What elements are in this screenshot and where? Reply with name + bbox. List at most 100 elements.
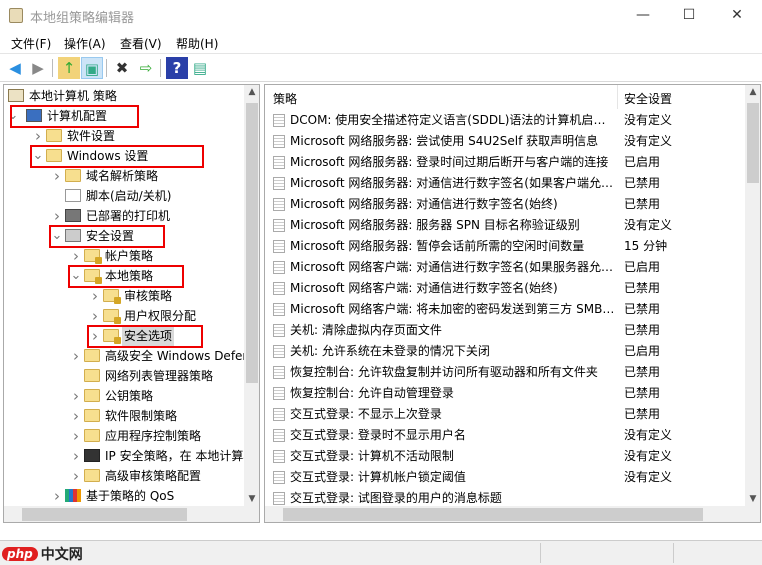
tree-item-label: 软件设置 xyxy=(67,129,116,143)
tree-item[interactable]: 本地计算机 策略 xyxy=(4,86,244,106)
tree-item-label: 基于策略的 QoS xyxy=(86,489,175,503)
menu-help[interactable]: 帮助(H) xyxy=(176,35,218,52)
chevron-right-icon[interactable]: › xyxy=(70,246,82,266)
tree-vertical-scrollbar[interactable]: ▲ ▼ xyxy=(244,85,259,506)
policy-row[interactable]: 恢复控制台: 允许自动管理登录 已禁用 xyxy=(265,383,745,404)
policy-row[interactable]: 交互式登录: 计算机不活动限制 没有定义 xyxy=(265,446,745,467)
policy-row[interactable]: 恢复控制台: 允许软盘复制并访问所有驱动器和所有文件夹 已禁用 xyxy=(265,362,745,383)
tree-item[interactable]: › 帐户策略 xyxy=(4,246,244,266)
policy-row[interactable]: 交互式登录: 登录时不显示用户名 没有定义 xyxy=(265,425,745,446)
scroll-down-icon[interactable]: ▼ xyxy=(244,494,259,504)
policy-row[interactable]: 关机: 清除虚拟内存页面文件 已禁用 xyxy=(265,320,745,341)
tree-item[interactable]: › IP 安全策略，在 本地计算机 xyxy=(4,446,255,466)
tree-item[interactable]: › 应用程序控制策略 xyxy=(4,426,244,446)
menu-view[interactable]: 查看(V) xyxy=(120,35,162,52)
scroll-thumb[interactable] xyxy=(246,103,258,383)
menu-action[interactable]: 操作(A) xyxy=(64,35,106,52)
back-icon[interactable]: ◀ xyxy=(4,57,26,79)
tree-item[interactable]: › 域名解析策略 xyxy=(4,166,244,186)
tree-item[interactable]: ⌄ 安全设置 xyxy=(4,226,244,246)
properties-icon[interactable]: ▤ xyxy=(189,57,211,79)
policy-row[interactable]: 交互式登录: 不显示上次登录 已禁用 xyxy=(265,404,745,425)
policy-row[interactable]: Microsoft 网络服务器: 暂停会话前所需的空闲时间数量 15 分钟 xyxy=(265,236,745,257)
chevron-right-icon[interactable]: › xyxy=(51,206,63,226)
column-header-setting[interactable]: 安全设置 xyxy=(624,90,672,107)
chevron-right-icon[interactable]: › xyxy=(70,346,82,366)
tree-item[interactable]: 网络列表管理器策略 xyxy=(4,366,244,386)
tree-item-label: 帐户策略 xyxy=(105,249,154,263)
policy-row[interactable]: Microsoft 网络服务器: 服务器 SPN 目标名称验证级别 没有定义 xyxy=(265,215,745,236)
policy-row[interactable]: DCOM: 使用安全描述符定义语言(SDDL)语法的计算机启动限制 没有定义 xyxy=(265,110,745,131)
tree-item-label: 审核策略 xyxy=(124,289,173,303)
chevron-right-icon[interactable]: › xyxy=(70,386,82,406)
help-icon[interactable]: ? xyxy=(166,57,188,79)
tree-item[interactable]: › 已部署的打印机 xyxy=(4,206,244,226)
scroll-up-icon[interactable]: ▲ xyxy=(745,87,760,97)
chevron-right-icon[interactable]: › xyxy=(70,406,82,426)
policy-setting: 已禁用 xyxy=(624,407,661,421)
policy-row[interactable]: Microsoft 网络客户端: 将未加密的密码发送到第三方 SMB 服务器 已禁… xyxy=(265,299,745,320)
chevron-right-icon[interactable]: › xyxy=(70,466,82,486)
tree-item[interactable]: › 高级审核策略配置 xyxy=(4,466,244,486)
scroll-thumb[interactable] xyxy=(747,103,759,183)
chevron-down-icon[interactable]: ⌄ xyxy=(7,106,19,126)
tree-pane: 本地计算机 策略 ⌄ 计算机配置 › 软件设置 ⌄ Windows 设置 › 域名解析策略 脚本(… xyxy=(3,84,260,523)
tree-item[interactable]: › 软件限制策略 xyxy=(4,406,244,426)
policy-row[interactable]: Microsoft 网络客户端: 对通信进行数字签名(如果服务器允许) 已启用 xyxy=(265,257,745,278)
tree-item[interactable]: 脚本(启动/关机) xyxy=(4,186,244,206)
policy-row[interactable]: Microsoft 网络服务器: 尝试使用 S4U2Self 获取声明信息 没有定… xyxy=(265,131,745,152)
up-folder-icon[interactable]: ↑ xyxy=(58,57,80,79)
scroll-thumb[interactable] xyxy=(283,508,703,521)
scroll-thumb[interactable] xyxy=(22,508,187,521)
chevron-right-icon[interactable]: › xyxy=(70,426,82,446)
tree-horizontal-scrollbar[interactable] xyxy=(4,506,259,522)
app-icon xyxy=(9,8,23,23)
chevron-down-icon[interactable]: ⌄ xyxy=(32,146,44,166)
list-horizontal-scrollbar[interactable] xyxy=(265,506,760,522)
scroll-up-icon[interactable]: ▲ xyxy=(244,87,259,97)
tree-item-label: 高级安全 Windows Defender 防火墙 xyxy=(105,349,259,363)
tree-item[interactable]: ⌄ 本地策略 xyxy=(4,266,244,286)
policy-row[interactable]: 关机: 允许系统在未登录的情况下关闭 已启用 xyxy=(265,341,745,362)
tree-item[interactable]: › 高级安全 Windows Defender 防火墙 xyxy=(4,346,259,366)
tree-item[interactable]: ⌄ Windows 设置 xyxy=(4,146,244,166)
chevron-right-icon[interactable]: › xyxy=(51,166,63,186)
policy-row[interactable]: Microsoft 网络客户端: 对通信进行数字签名(始终) 已禁用 xyxy=(265,278,745,299)
policy-row[interactable]: Microsoft 网络服务器: 登录时间过期后断开与客户端的连接 已启用 xyxy=(265,152,745,173)
policy-row[interactable]: 交互式登录: 计算机帐户锁定阈值 没有定义 xyxy=(265,467,745,488)
chevron-right-icon[interactable]: › xyxy=(89,286,101,306)
tree-item[interactable]: › 审核策略 xyxy=(4,286,244,306)
toolbar-separator xyxy=(52,59,53,77)
show-hide-tree-icon[interactable]: ▣ xyxy=(81,57,103,79)
chevron-right-icon[interactable]: › xyxy=(70,446,82,466)
maximize-button[interactable]: ☐ xyxy=(666,0,712,31)
forward-icon[interactable]: ▶ xyxy=(27,57,49,79)
tree-item[interactable]: › 公钥策略 xyxy=(4,386,244,406)
lockfolder-icon xyxy=(84,249,102,264)
tree-item[interactable]: › 安全选项 xyxy=(4,326,244,346)
chevron-right-icon[interactable]: › xyxy=(89,326,101,346)
close-button[interactable]: ✕ xyxy=(714,0,760,31)
minimize-button[interactable]: — xyxy=(620,0,666,31)
column-divider[interactable] xyxy=(617,85,618,109)
chevron-down-icon[interactable]: ⌄ xyxy=(51,226,63,246)
list-vertical-scrollbar[interactable]: ▲ ▼ xyxy=(745,85,760,506)
tree-item[interactable]: › 用户权限分配 xyxy=(4,306,244,326)
chevron-right-icon[interactable]: › xyxy=(51,486,63,506)
chevron-right-icon[interactable]: › xyxy=(32,126,44,146)
column-header-policy[interactable]: 策略 xyxy=(273,90,297,107)
delete-icon[interactable]: ✖ xyxy=(111,57,133,79)
lockfolder-icon xyxy=(103,329,121,344)
policy-row[interactable]: Microsoft 网络服务器: 对通信进行数字签名(始终) 已禁用 xyxy=(265,194,745,215)
watermark-logo: php xyxy=(2,547,38,561)
tree-item[interactable]: › 基于策略的 QoS xyxy=(4,486,244,506)
list-header: 策略 安全设置 xyxy=(265,85,745,109)
menu-file[interactable]: 文件(F) xyxy=(11,35,51,52)
policy-row[interactable]: Microsoft 网络服务器: 对通信进行数字签名(如果客户端允许) 已禁用 xyxy=(265,173,745,194)
export-icon[interactable]: ⇨ xyxy=(135,57,157,79)
chevron-down-icon[interactable]: ⌄ xyxy=(70,266,82,286)
chevron-right-icon[interactable]: › xyxy=(89,306,101,326)
tree-item[interactable]: › 软件设置 xyxy=(4,126,244,146)
scroll-down-icon[interactable]: ▼ xyxy=(745,494,760,504)
tree-item[interactable]: ⌄ 计算机配置 xyxy=(4,106,244,126)
